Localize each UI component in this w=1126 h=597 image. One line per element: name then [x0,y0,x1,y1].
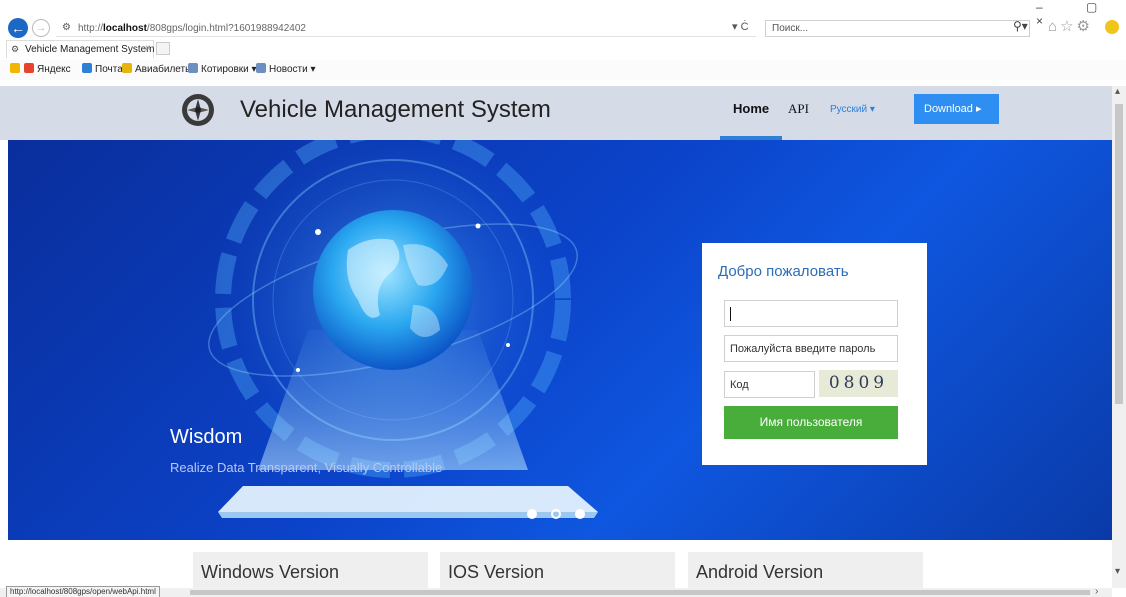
download-button[interactable]: Download ▸ [914,94,999,124]
page-viewport: Vehicle Management System Home API Русск… [0,86,1112,588]
carousel-indicators [527,508,599,522]
search-placeholder: Поиск... [772,23,809,34]
window-controls[interactable]: – ▢ × [1036,0,1126,28]
ios-version-label: IOS Version [448,562,545,582]
captcha-code-input[interactable]: Код [724,371,815,398]
text-cursor [730,307,731,321]
address-bar[interactable]: ⚙ http://localhost/808gps/login.html?160… [56,20,756,37]
favorites-bar: Яндекс Почта Авиабилеты Котировки ▾ Ново… [0,60,1126,80]
banner-headline: Wisdom [170,426,243,448]
page-icon [256,63,266,73]
windows-version-label: Windows Version [201,562,340,582]
search-icon[interactable]: ⚲▾ [1013,19,1028,33]
banner-tagline: Realize Data Transparent, Visually Contr… [170,460,443,475]
android-version-label: Android Version [696,562,824,582]
page-icon [188,63,198,73]
ios-version-card[interactable]: IOS Version [440,552,675,588]
favorites-star-icon[interactable] [10,63,23,75]
forward-button[interactable]: → [32,19,50,37]
versions-section: Windows Version IOS Version Android Vers… [0,540,1112,588]
favorite-quotes[interactable]: Котировки ▾ [188,63,257,75]
vehicle-logo-icon [182,94,214,126]
mail-icon [82,63,92,73]
carousel-dot-1[interactable] [527,509,537,519]
windows-version-card[interactable]: Windows Version [193,552,428,588]
browser-chrome: ← → ⚙ http://localhost/808gps/login.html… [0,0,1126,86]
nav-home-link[interactable]: Home [733,101,769,116]
hero-banner: Wisdom Realize Data Transparent, Visuall… [8,140,1112,540]
address-row: ← → ⚙ http://localhost/808gps/login.html… [0,0,1126,38]
carousel-dot-2[interactable] [551,509,561,519]
username-input[interactable] [724,300,898,327]
back-button[interactable]: ← [8,18,28,38]
language-dropdown[interactable]: Русский ▾ [830,104,875,115]
tab-favicon-icon: ⚙ [11,44,20,54]
tab-close-icon[interactable]: × [145,43,151,54]
scroll-up-icon[interactable]: ▴ [1115,86,1120,97]
tab-title: Vehicle Management System [25,44,155,55]
new-tab-button[interactable] [156,42,170,55]
login-panel: Добро пожаловать Пожалуйста введите паро… [702,243,927,465]
site-header: Vehicle Management System Home API Русск… [0,86,1112,140]
site-title: Vehicle Management System [240,96,551,123]
status-bar-url: http://localhost/808gps/open/webApi.html [6,586,160,597]
login-submit-button[interactable]: Имя пользователя [724,406,898,439]
favorite-flights[interactable]: Авиабилеты [122,63,192,75]
horizontal-scroll-thumb[interactable] [190,590,1090,595]
tab-vehicle-management[interactable]: ⚙ Vehicle Management System × [6,40,155,58]
yandex-icon [24,63,34,73]
favorite-news[interactable]: Новости ▾ [256,63,316,75]
favorite-yandex[interactable]: Яндекс [24,63,71,75]
password-input[interactable]: Пожалуйста введите пароль [724,335,898,362]
globe-illustration [203,140,598,518]
code-placeholder: Код [730,379,749,391]
scroll-down-icon[interactable]: ▾ [1115,566,1120,577]
tab-row: ⚙ Vehicle Management System × [0,38,1126,60]
nav-api-link[interactable]: API [788,101,809,117]
captcha-image[interactable]: 0809 [819,370,898,397]
vertical-scrollbar[interactable]: ▴ ▾ [1112,86,1126,588]
scroll-right-icon[interactable]: › [1095,586,1098,597]
search-input[interactable]: Поиск... [765,20,1030,37]
carousel-dot-3[interactable] [575,509,585,519]
url-text: http://localhost/808gps/login.html?16019… [78,23,306,34]
favorite-mail[interactable]: Почта [82,63,123,75]
site-favicon-icon: ⚙ [62,22,71,33]
login-title: Добро пожаловать [718,263,849,280]
horizontal-scrollbar[interactable] [0,588,1112,597]
password-placeholder: Пожалуйста введите пароль [730,343,876,355]
plane-icon [122,63,132,73]
vertical-scroll-thumb[interactable] [1115,104,1123,404]
refresh-icon[interactable]: ▾ Ċ [732,20,749,33]
android-version-card[interactable]: Android Version [688,552,923,588]
